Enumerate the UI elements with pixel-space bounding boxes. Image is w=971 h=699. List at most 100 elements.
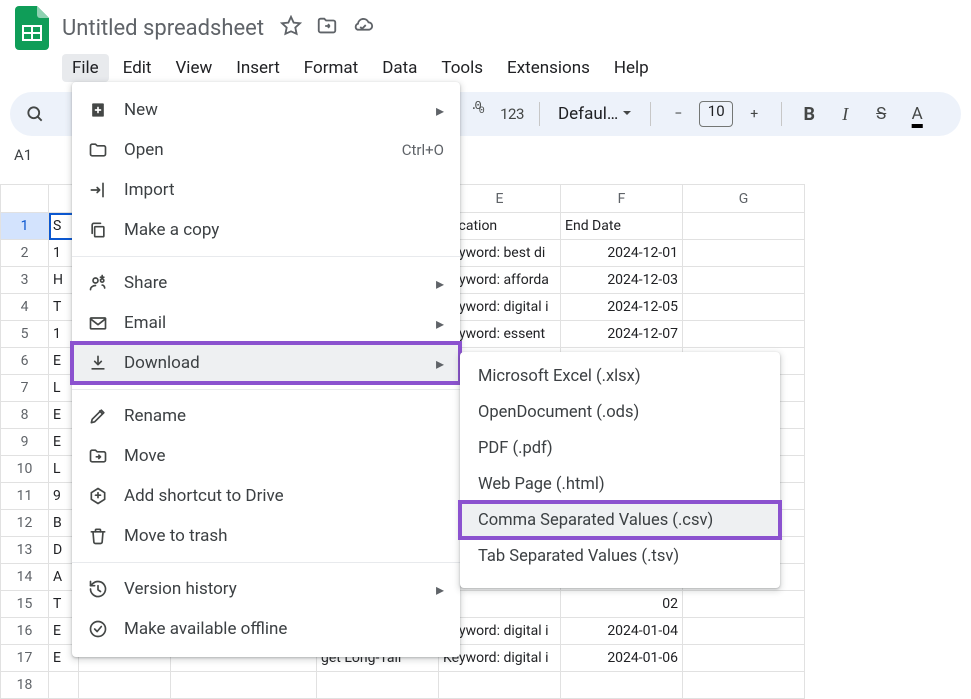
menu-item-format[interactable]: Format	[294, 54, 368, 82]
cell[interactable]: 2024-12-05	[561, 294, 683, 321]
row-header[interactable]: 1	[1, 213, 49, 240]
cell[interactable]: 2024-12-01	[561, 240, 683, 267]
menu-item-file[interactable]: File	[62, 54, 109, 82]
submenu-arrow-icon: ▸	[436, 354, 444, 373]
cell[interactable]: 2024-01-06	[561, 645, 683, 672]
menu-item-label: Rename	[124, 406, 444, 426]
search-icon[interactable]	[20, 99, 50, 129]
cell[interactable]: 02	[561, 591, 683, 618]
menu-item-label: Move	[124, 446, 444, 466]
file-menu-item-move-to-trash[interactable]: Move to trash	[72, 516, 460, 556]
row-header[interactable]: 9	[1, 429, 49, 456]
cell[interactable]: 2024-12-03	[561, 267, 683, 294]
doc-title[interactable]: Untitled spreadsheet	[62, 16, 264, 41]
file-menu-item-import[interactable]: Import	[72, 170, 460, 210]
download-format-opendocument-ods-[interactable]: OpenDocument (.ods)	[460, 394, 780, 430]
row-header[interactable]: 8	[1, 402, 49, 429]
italic-button[interactable]: I	[830, 99, 860, 129]
cell[interactable]	[683, 591, 805, 618]
menu-item-insert[interactable]: Insert	[226, 54, 290, 82]
row-header[interactable]: 3	[1, 267, 49, 294]
file-menu-item-email[interactable]: Email▸	[72, 303, 460, 343]
menu-separator	[72, 389, 460, 390]
font-selector[interactable]: Defaul…	[552, 104, 638, 124]
font-size-input[interactable]: 10	[699, 101, 733, 127]
row-header[interactable]: 14	[1, 564, 49, 591]
cell[interactable]	[439, 672, 561, 699]
cell[interactable]	[561, 672, 683, 699]
cell[interactable]	[683, 267, 805, 294]
file-menu-item-move[interactable]: Move	[72, 436, 460, 476]
row-header[interactable]: 2	[1, 240, 49, 267]
cell[interactable]	[683, 672, 805, 699]
file-menu-item-make-available-offline[interactable]: Make available offline	[72, 609, 460, 649]
file-menu-item-open[interactable]: OpenCtrl+O	[72, 130, 460, 170]
increase-font-size[interactable]: +	[739, 99, 769, 129]
select-all-corner[interactable]	[1, 185, 49, 213]
decrease-font-size[interactable]: −	[663, 99, 693, 129]
cell[interactable]	[683, 321, 805, 348]
download-format-pdf-pdf-[interactable]: PDF (.pdf)	[460, 430, 780, 466]
download-format-web-page-html-[interactable]: Web Page (.html)	[460, 466, 780, 502]
strikethrough-button[interactable]: S	[866, 99, 896, 129]
cell[interactable]	[171, 672, 317, 699]
number-format-icon[interactable]: 123	[497, 99, 527, 129]
row-header[interactable]: 13	[1, 537, 49, 564]
menu-item-tools[interactable]: Tools	[431, 54, 493, 82]
download-format-tab-separated-values-tsv-[interactable]: Tab Separated Values (.tsv)	[460, 538, 780, 574]
row-header[interactable]: 5	[1, 321, 49, 348]
menu-item-label: Version history	[124, 579, 420, 599]
menu-item-help[interactable]: Help	[604, 54, 659, 82]
row-header[interactable]: 6	[1, 348, 49, 375]
file-menu-item-download[interactable]: Download▸	[72, 343, 460, 383]
column-header[interactable]: G	[683, 185, 805, 213]
menu-item-data[interactable]: Data	[372, 54, 427, 82]
file-menu-item-make-a-copy[interactable]: Make a copy	[72, 210, 460, 250]
file-menu-item-add-shortcut-to-drive[interactable]: Add shortcut to Drive	[72, 476, 460, 516]
toolbar-divider	[539, 102, 540, 126]
row-header[interactable]: 16	[1, 618, 49, 645]
row-header[interactable]: 17	[1, 645, 49, 672]
move-icon	[88, 446, 108, 466]
cell[interactable]	[683, 240, 805, 267]
cloud-status-icon[interactable]	[352, 15, 374, 41]
menu-item-edit[interactable]: Edit	[113, 54, 162, 82]
cell[interactable]: End Date	[561, 213, 683, 240]
column-header[interactable]: F	[561, 185, 683, 213]
menu-item-view[interactable]: View	[165, 54, 222, 82]
row-header[interactable]: 15	[1, 591, 49, 618]
move-to-folder-icon[interactable]	[316, 15, 338, 41]
menu-separator	[72, 562, 460, 563]
font-size-controls: − 10 +	[663, 99, 769, 129]
row-header[interactable]: 11	[1, 483, 49, 510]
download-format-comma-separated-values-csv-[interactable]: Comma Separated Values (.csv)	[460, 502, 780, 538]
menu-item-extensions[interactable]: Extensions	[497, 54, 600, 82]
download-format-microsoft-excel-xlsx-[interactable]: Microsoft Excel (.xlsx)	[460, 358, 780, 394]
file-menu-item-new[interactable]: New▸	[72, 90, 460, 130]
row-header[interactable]: 18	[1, 672, 49, 699]
trash-icon	[88, 526, 108, 546]
increase-dec-icon[interactable]: .00	[461, 99, 491, 129]
row-header[interactable]: 12	[1, 510, 49, 537]
cell[interactable]	[683, 294, 805, 321]
star-icon[interactable]	[280, 15, 302, 41]
file-menu-item-rename[interactable]: Rename	[72, 396, 460, 436]
row-header[interactable]: 7	[1, 375, 49, 402]
file-menu-item-version-history[interactable]: Version history▸	[72, 569, 460, 609]
row-header[interactable]: 4	[1, 294, 49, 321]
cell[interactable]	[49, 672, 79, 699]
text-color-button[interactable]: A	[902, 99, 932, 129]
cell[interactable]: 2024-01-04	[561, 618, 683, 645]
row-header[interactable]: 10	[1, 456, 49, 483]
cell[interactable]: 2024-12-07	[561, 321, 683, 348]
cell[interactable]	[79, 672, 171, 699]
cell[interactable]	[317, 672, 439, 699]
sheets-logo[interactable]	[10, 6, 54, 50]
cell[interactable]	[683, 645, 805, 672]
cell[interactable]	[683, 618, 805, 645]
copy-icon	[88, 220, 108, 240]
name-box[interactable]: A1	[14, 146, 64, 164]
file-menu-item-share[interactable]: Share▸	[72, 263, 460, 303]
cell[interactable]	[683, 213, 805, 240]
bold-button[interactable]: B	[794, 99, 824, 129]
